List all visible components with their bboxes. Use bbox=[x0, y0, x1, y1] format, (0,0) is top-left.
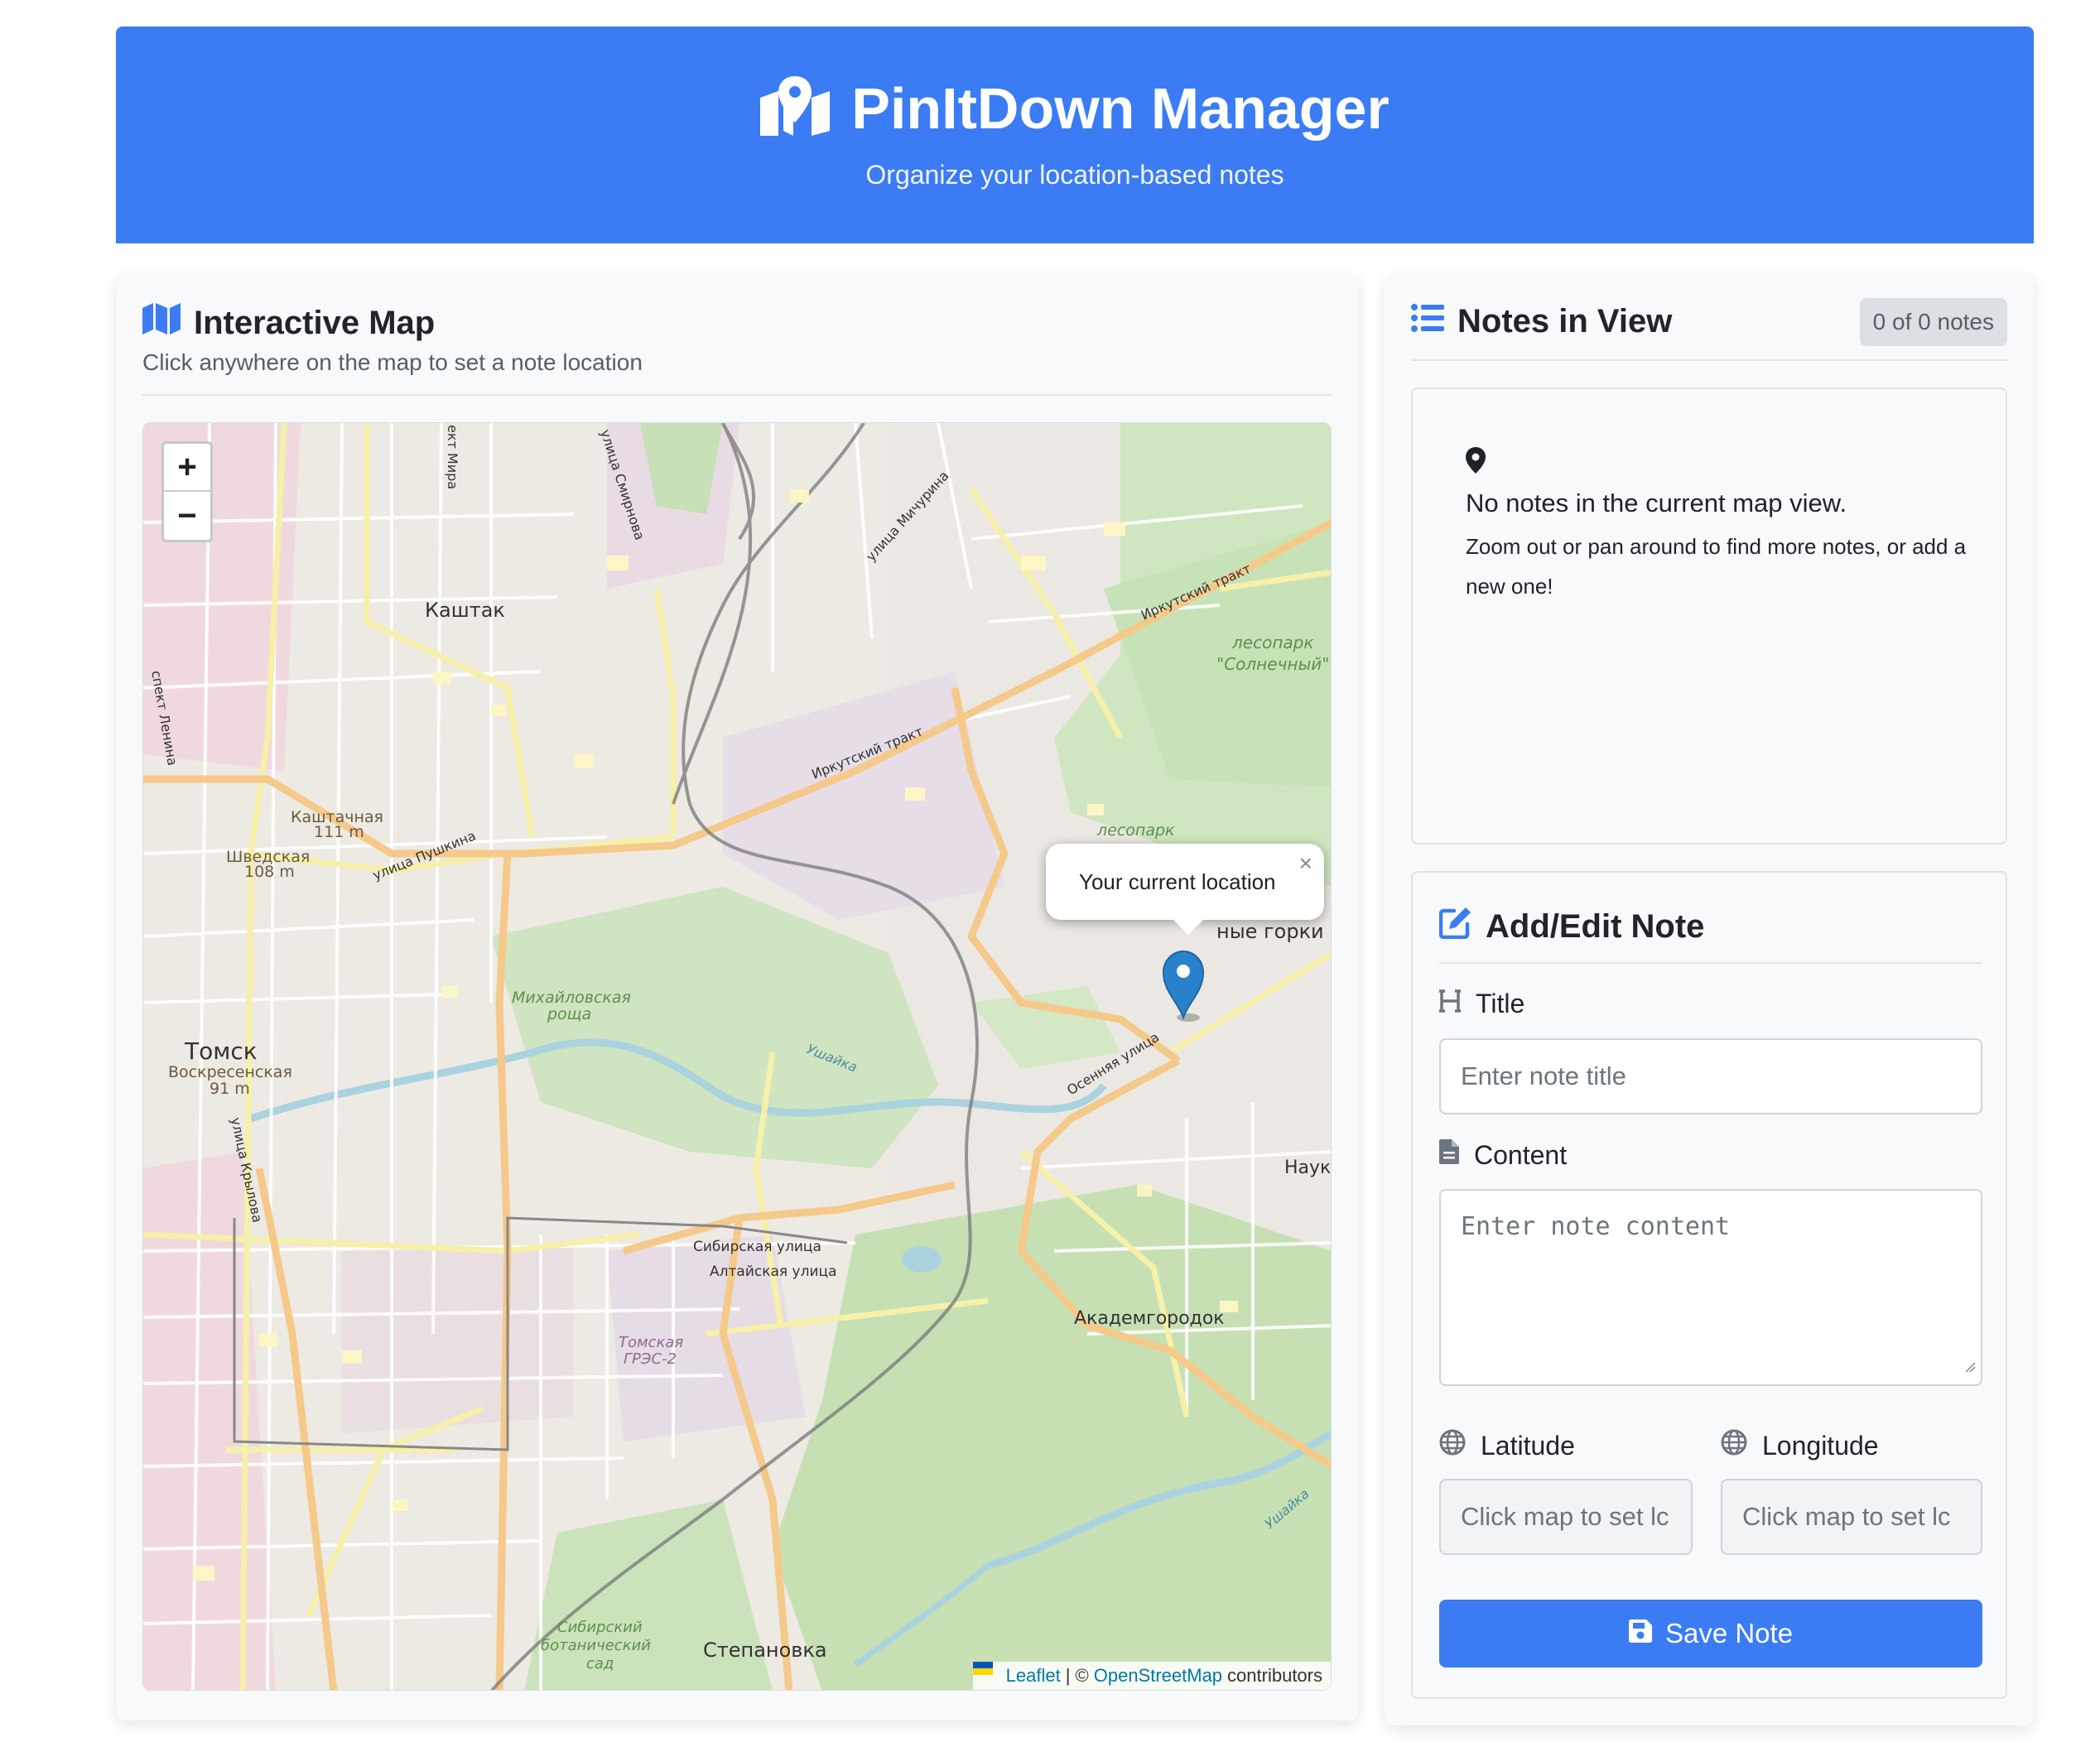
map-label: Томская bbox=[619, 1334, 683, 1351]
globe-icon bbox=[1721, 1429, 1747, 1462]
note-form: Add/Edit Note Title Enter note title Con… bbox=[1411, 871, 2007, 1699]
file-icon bbox=[1439, 1139, 1459, 1171]
notes-list: No notes in the current map view. Zoom o… bbox=[1411, 387, 2007, 845]
location-pin-icon bbox=[1466, 447, 1486, 478]
longitude-label-row: Longitude bbox=[1721, 1429, 1879, 1462]
openstreetmap-link[interactable]: OpenStreetMap bbox=[1094, 1665, 1222, 1687]
divider bbox=[1411, 359, 2007, 361]
interactive-map[interactable]: Каштак Томск Воскресенская 91 m Каштачна… bbox=[142, 422, 1332, 1691]
form-title: Add/Edit Note bbox=[1486, 907, 1705, 945]
list-icon bbox=[1411, 303, 1444, 340]
map-label: Сибирский bbox=[557, 1619, 643, 1636]
notes-title: Notes in View bbox=[1457, 303, 1673, 339]
map-attribution: Leaflet | © OpenStreetMap contributors bbox=[972, 1662, 1331, 1690]
map-label: лесопарк bbox=[1231, 633, 1313, 652]
latitude-label-row: Latitude bbox=[1439, 1429, 1575, 1462]
popup-tip bbox=[1172, 918, 1205, 935]
content-label-row: Content bbox=[1439, 1139, 1567, 1171]
empty-notes-subtitle: Zoom out or pan around to find more note… bbox=[1466, 534, 1967, 599]
latitude-input[interactable]: Click map to set lc bbox=[1439, 1479, 1693, 1555]
popup-close-button[interactable]: × bbox=[1299, 850, 1312, 877]
location-popup: Your current location × bbox=[1046, 844, 1324, 935]
globe-icon bbox=[1439, 1429, 1466, 1462]
map-label: лесопарк bbox=[1096, 821, 1175, 840]
leaflet-link[interactable]: Leaflet bbox=[1006, 1665, 1061, 1687]
map-label: "Солнечный" bbox=[1216, 654, 1329, 674]
map-label: ГРЭС-2 bbox=[624, 1350, 677, 1368]
notes-header: Notes in View bbox=[1411, 303, 1672, 340]
map-label: Академгородок bbox=[1074, 1308, 1225, 1329]
content-placeholder: Enter note content bbox=[1461, 1212, 1731, 1241]
map-label: ект Мира bbox=[445, 425, 460, 489]
content-label: Content bbox=[1474, 1139, 1568, 1170]
map-card: Interactive Map Click anywhere on the ma… bbox=[116, 273, 1358, 1721]
map-label: 91 m bbox=[210, 1080, 250, 1098]
longitude-label: Longitude bbox=[1762, 1430, 1879, 1461]
longitude-input[interactable]: Click map to set lc bbox=[1721, 1479, 1982, 1555]
app-header: PinItDown Manager Organize your location… bbox=[116, 26, 2034, 243]
attribution-separator: | © bbox=[1065, 1665, 1089, 1686]
map-label: Степановка bbox=[703, 1639, 827, 1662]
map-label: Каштак bbox=[425, 599, 505, 622]
save-note-button[interactable]: Save Note bbox=[1439, 1600, 1982, 1668]
map-location-icon bbox=[760, 76, 831, 140]
map-label: сад bbox=[586, 1655, 614, 1672]
zoom-in-button[interactable]: + bbox=[164, 444, 210, 492]
title-label: Title bbox=[1476, 989, 1525, 1018]
content-textarea[interactable]: Enter note content bbox=[1439, 1189, 1982, 1386]
map-card-header: Interactive Map bbox=[142, 303, 435, 343]
map-label: Сибирская улица bbox=[693, 1239, 821, 1255]
app-title: PinItDown Manager bbox=[851, 75, 1390, 141]
header-title-row: PinItDown Manager bbox=[760, 75, 1390, 142]
map-card-title: Interactive Map bbox=[194, 304, 436, 341]
map-label: 111 m bbox=[314, 823, 364, 841]
title-label-row: Title bbox=[1439, 989, 1524, 1019]
resize-grip-icon[interactable] bbox=[1964, 1350, 1976, 1379]
map-card-subtitle: Click anywhere on the map to set a note … bbox=[142, 349, 643, 375]
empty-notes-title: No notes in the current map view. bbox=[1466, 488, 1847, 517]
map-label: Наук bbox=[1284, 1157, 1331, 1178]
map-label: ные горки bbox=[1216, 920, 1324, 943]
zoom-control: + − bbox=[161, 441, 213, 542]
map-label: Томск bbox=[184, 1037, 258, 1065]
map-label: Воскресенская bbox=[168, 1063, 292, 1081]
latitude-label: Latitude bbox=[1481, 1430, 1575, 1461]
map-label: Михайловская bbox=[512, 989, 631, 1007]
attribution-suffix: contributors bbox=[1227, 1665, 1322, 1686]
map-tiles: Каштак Томск Воскресенская 91 m Каштачна… bbox=[143, 423, 1331, 1690]
title-input[interactable]: Enter note title bbox=[1439, 1038, 1982, 1114]
save-label: Save Note bbox=[1664, 1618, 1794, 1648]
side-panel: Notes in View 0 of 0 notes No notes in t… bbox=[1385, 273, 2034, 1725]
save-icon bbox=[1628, 1618, 1652, 1649]
map-label: роща bbox=[547, 1005, 591, 1023]
folded-map-icon bbox=[142, 303, 181, 343]
map-label: Алтайская улица bbox=[710, 1263, 837, 1280]
form-header: Add/Edit Note bbox=[1438, 906, 1705, 947]
map-label: ботанический bbox=[541, 1637, 651, 1654]
ukraine-flag-icon bbox=[972, 1662, 1001, 1682]
popup-text: Your current location bbox=[1079, 869, 1276, 894]
heading-icon bbox=[1439, 989, 1461, 1019]
notes-count-badge: 0 of 0 notes bbox=[1859, 298, 2007, 346]
map-label: 108 m bbox=[244, 863, 295, 881]
zoom-out-button[interactable]: − bbox=[164, 492, 210, 540]
edit-icon bbox=[1438, 906, 1472, 947]
divider bbox=[142, 394, 1332, 396]
divider bbox=[1439, 962, 1982, 964]
app-subtitle: Organize your location-based notes bbox=[865, 159, 1284, 190]
